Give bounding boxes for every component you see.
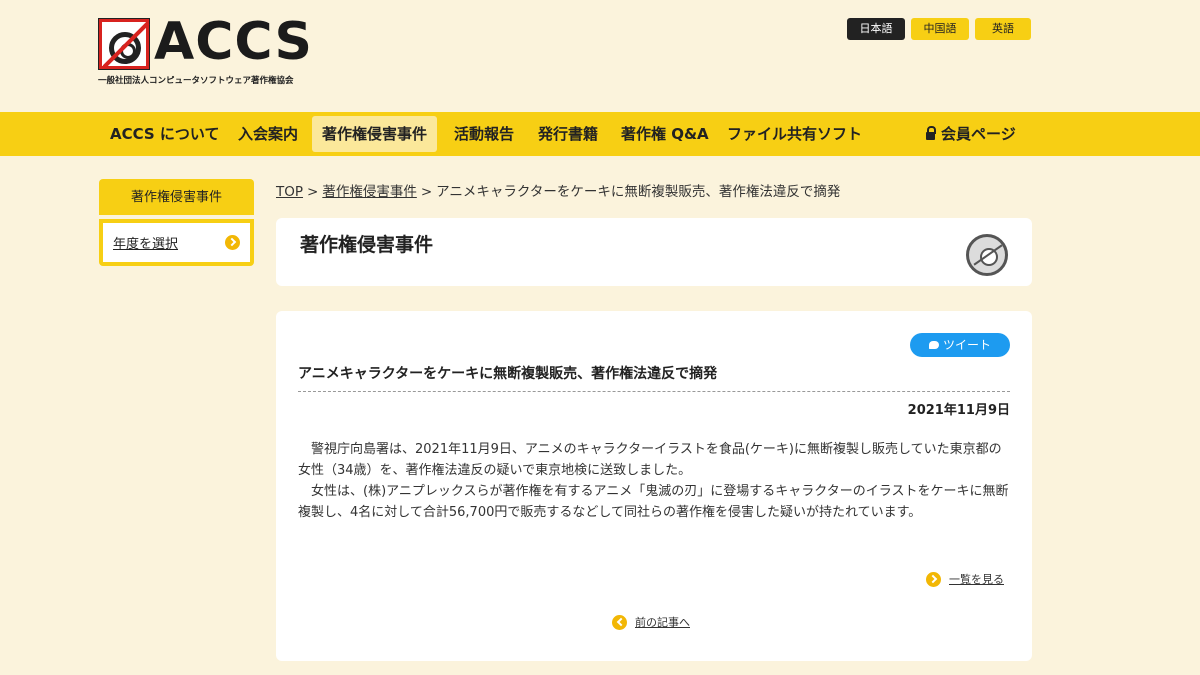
year-select-link[interactable]: 年度を選択 (103, 223, 250, 262)
nav-item-about[interactable]: ACCS について (110, 116, 219, 152)
cd-disc-icon (966, 234, 1008, 276)
article-date: 2021年11月9日 (907, 403, 1010, 418)
article-card: ツイート アニメキャラクターをケーキに無断複製販売、著作権法違反で摘発 2021… (276, 311, 1032, 661)
sidebar-heading: 著作権侵害事件 (99, 179, 254, 215)
nav-item-infringement-cases[interactable]: 著作権侵害事件 (312, 116, 438, 152)
nav-item-membership[interactable]: 入会案内 (238, 116, 298, 152)
no-copy-disc-icon (98, 18, 150, 70)
lang-chinese-button[interactable]: 中国語 (911, 18, 969, 40)
year-select-label: 年度を選択 (113, 237, 179, 252)
dashed-divider (298, 391, 1010, 392)
tweet-label: ツイート (942, 338, 991, 352)
previous-article-link[interactable]: 前の記事へ (612, 614, 690, 630)
list-link[interactable]: 一覧を見る (926, 571, 1004, 587)
breadcrumb-separator: > (420, 184, 433, 200)
arrow-left-icon (612, 614, 627, 630)
nav-item-publications[interactable]: 発行書籍 (538, 116, 598, 152)
logo-subtitle: 一般社団法人コンピュータソフトウェア著作権協会 (98, 76, 294, 86)
section-title-card: 著作権侵害事件 (276, 218, 1032, 286)
lang-japanese-button[interactable]: 日本語 (847, 18, 905, 40)
members-page-link[interactable]: 会員ページ (926, 116, 1016, 152)
breadcrumb-current: アニメキャラクターをケーキに無断複製販売、著作権法違反で摘発 (436, 184, 841, 200)
twitter-bird-icon (928, 341, 939, 349)
accs-logo[interactable]: ACCS 一般社団法人コンピュータソフトウェア著作権協会 (98, 12, 312, 86)
nav-item-file-sharing[interactable]: ファイル共有ソフト (727, 116, 862, 152)
breadcrumb-top-link[interactable]: TOP (276, 184, 303, 200)
arrow-right-icon (225, 235, 240, 250)
article-paragraph: 警視庁向島署は、2021年11月9日、アニメのキャラクターイラストを食品(ケーキ… (298, 442, 1002, 478)
breadcrumb: TOP > 著作権侵害事件 > アニメキャラクターをケーキに無断複製販売、著作権法違反で… (276, 180, 840, 200)
article-paragraph: 女性は、(株)アニプレックスらが著作権を有するアニメ「鬼滅の刃」に登場するキャラ… (298, 484, 1009, 520)
language-switcher: 日本語 中国語 英語 (847, 18, 1031, 40)
article-title: アニメキャラクターをケーキに無断複製販売、著作権法違反で摘発 (298, 366, 718, 382)
members-page-label: 会員ページ (941, 125, 1016, 143)
list-link-label: 一覧を見る (949, 573, 1004, 586)
tweet-button[interactable]: ツイート (910, 333, 1010, 357)
lock-icon (926, 126, 936, 140)
page-title: 著作権侵害事件 (300, 234, 434, 256)
arrow-right-icon (926, 571, 941, 587)
nav-item-copyright-qa[interactable]: 著作権 Q&A (621, 116, 709, 152)
sidebar-year-select-box: 年度を選択 (99, 219, 254, 266)
main-nav: ACCS について 入会案内 著作権侵害事件 活動報告 発行書籍 著作権 Q&A… (0, 112, 1200, 156)
lang-english-button[interactable]: 英語 (975, 18, 1031, 40)
breadcrumb-separator: > (307, 184, 319, 200)
previous-article-label: 前の記事へ (635, 616, 690, 629)
logo-text: ACCS (154, 12, 313, 72)
breadcrumb-section-link[interactable]: 著作権侵害事件 (322, 184, 417, 200)
nav-item-activity-reports[interactable]: 活動報告 (454, 116, 514, 152)
article-body: 警視庁向島署は、2021年11月9日、アニメのキャラクターイラストを食品(ケーキ… (298, 439, 1010, 523)
